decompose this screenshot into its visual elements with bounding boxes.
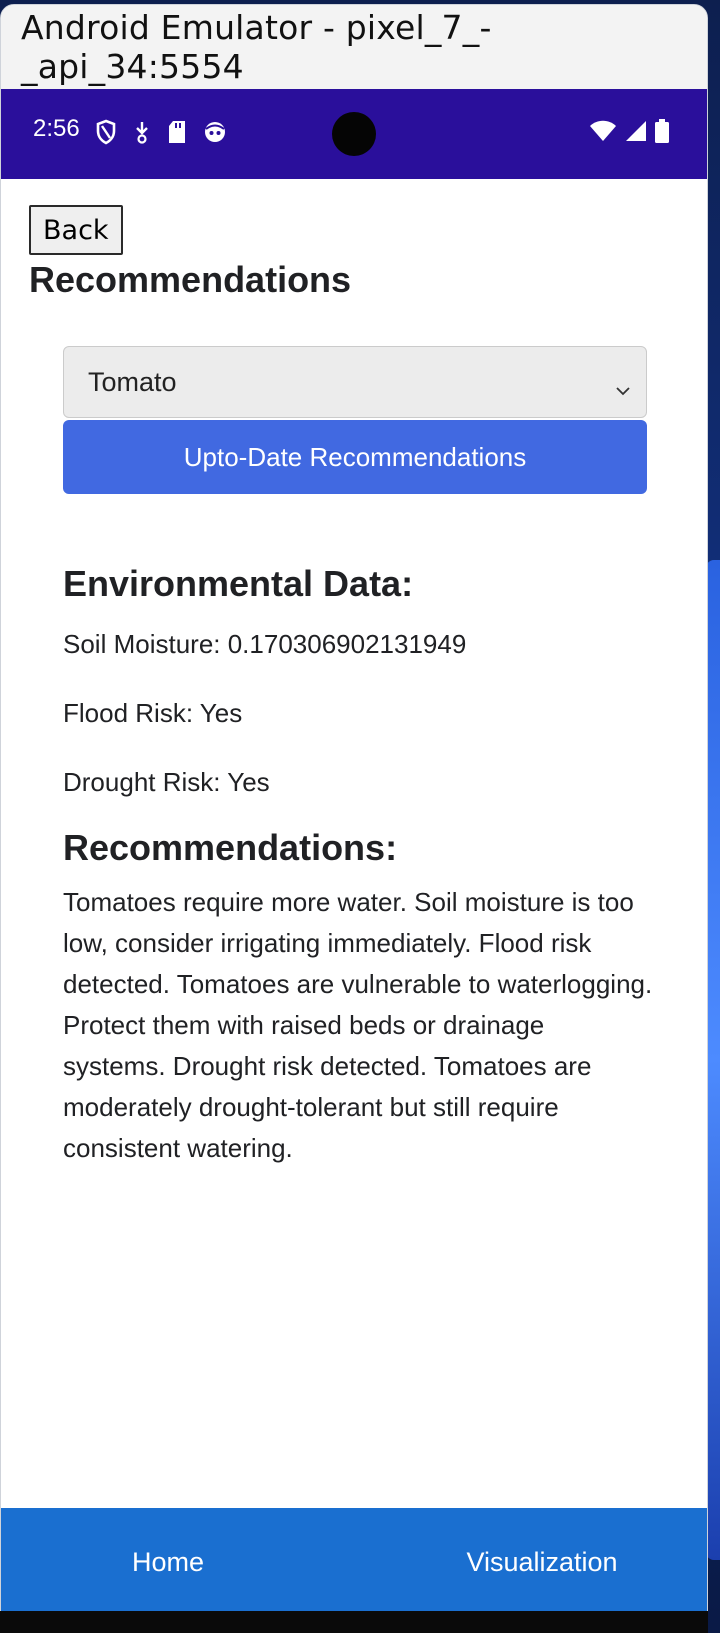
chevron-down-icon — [614, 373, 632, 404]
recommendations-heading: Recommendations: — [63, 827, 398, 868]
status-bar: 2:56 — [1, 89, 707, 179]
battery-icon — [655, 119, 669, 148]
drought-risk-text: Drought Risk: Yes — [63, 767, 270, 797]
page-title: Recommendations — [29, 259, 352, 300]
status-icons-left — [95, 119, 227, 145]
signal-icon — [625, 120, 647, 147]
download-icon — [133, 120, 151, 144]
crop-select-value: Tomato — [88, 366, 177, 397]
crop-select[interactable]: Tomato — [63, 346, 647, 418]
sd-card-icon — [167, 120, 187, 144]
screen-bottom-edge — [0, 1611, 708, 1633]
update-recommendations-button[interactable]: Upto-Date Recommendations — [63, 420, 647, 494]
nav-visualization[interactable]: Visualization — [355, 1508, 707, 1616]
bottom-navigation: Home Visualization — [1, 1508, 707, 1616]
camera-cutout — [332, 112, 376, 156]
emulator-window: Android Emulator - pixel_7_-_api_34:5554… — [0, 4, 708, 1633]
back-button[interactable]: Back — [29, 205, 123, 255]
recommendations-text: Tomatoes require more water. Soil moistu… — [63, 887, 653, 1163]
phone-screen: 2:56 Back Recommendations Tomato Upto-Da… — [1, 89, 707, 1632]
environmental-data-heading: Environmental Data: — [63, 563, 414, 604]
status-icons-right — [589, 119, 669, 148]
shield-icon — [95, 119, 117, 145]
face-icon — [203, 120, 227, 144]
nav-home[interactable]: Home — [1, 1508, 355, 1616]
status-time: 2:56 — [33, 115, 80, 142]
wifi-icon — [589, 120, 617, 147]
window-title: Android Emulator - pixel_7_-_api_34:5554 — [21, 8, 492, 86]
wallpaper-accent — [706, 560, 720, 1560]
window-titlebar[interactable]: Android Emulator - pixel_7_-_api_34:5554 — [1, 5, 707, 89]
flood-risk-text: Flood Risk: Yes — [63, 698, 243, 728]
soil-moisture-text: Soil Moisture: 0.170306902131949 — [63, 629, 467, 659]
